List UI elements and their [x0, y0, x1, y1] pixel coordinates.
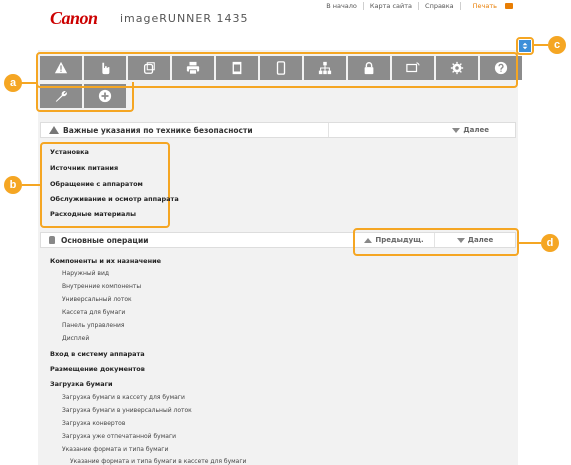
callout-b-line: [22, 184, 40, 186]
callout-d-badge: d: [541, 234, 559, 252]
safety-title-text: Важные указания по технике безопасности: [63, 125, 253, 135]
safety-item[interactable]: Установка: [50, 148, 89, 156]
callout-d-frame: [353, 228, 519, 256]
basic-title-text: Основные операции: [61, 235, 149, 245]
expand-all-button[interactable]: [519, 40, 531, 52]
safety-item[interactable]: Обслуживание и осмотр аппарата: [50, 195, 179, 203]
canon-logo: Canon: [50, 8, 98, 28]
basic-subitem[interactable]: Загрузка бумаги в универсальный лоток: [62, 407, 192, 414]
safety-next-label: Далее: [463, 126, 489, 134]
basic-group-label[interactable]: Компоненты и их назначение: [50, 257, 161, 265]
safety-item[interactable]: Расходные материалы: [50, 210, 136, 218]
basic-subitem[interactable]: Загрузка конвертов: [62, 420, 125, 427]
print-icon: [505, 3, 513, 9]
basic-subitem[interactable]: Загрузка уже отпечатанной бумаги: [62, 433, 176, 440]
manual-page: Canon imageRUNNER 1435 В начало Карта са…: [0, 0, 571, 465]
safety-title[interactable]: Важные указания по технике безопасности: [41, 126, 328, 135]
home-link[interactable]: В начало: [320, 2, 363, 10]
basic-group-label[interactable]: Вход в систему аппарата: [50, 350, 145, 358]
basic-subitem[interactable]: Универсальный лоток: [62, 296, 132, 303]
print-link[interactable]: Печать: [459, 2, 519, 10]
basic-deep-subitem[interactable]: Указание формата и типа бумаги в кассете…: [70, 458, 246, 465]
print-label: Печать: [472, 2, 497, 10]
callout-a-frame-lower: [36, 82, 134, 112]
basic-title[interactable]: Основные операции: [41, 236, 353, 245]
safety-item[interactable]: Источник питания: [50, 164, 118, 172]
safety-section-header: Важные указания по технике безопасности …: [40, 122, 516, 138]
basic-group-label[interactable]: Загрузка бумаги: [50, 380, 113, 388]
callout-d-line: [519, 242, 541, 244]
basic-subitem[interactable]: Наружный вид: [62, 270, 109, 277]
callout-a-badge: a: [4, 74, 22, 92]
basic-subitem[interactable]: Указание формата и типа бумаги: [62, 446, 168, 453]
basic-subitem[interactable]: Панель управления: [62, 322, 125, 329]
safety-item[interactable]: Обращение с аппаратом: [50, 180, 143, 188]
help-link[interactable]: Справка: [418, 2, 460, 10]
down-arrow-icon: [452, 127, 461, 133]
expand-icon: [522, 42, 528, 50]
basic-group-label[interactable]: Размещение документов: [50, 365, 145, 373]
basic-subitem[interactable]: Дисплей: [62, 335, 89, 342]
safety-nav: Далее: [328, 123, 515, 137]
basic-subitem[interactable]: Внутренние компоненты: [62, 283, 141, 290]
callout-c-badge: c: [548, 36, 566, 54]
basic-subitem[interactable]: Кассета для бумаги: [62, 309, 125, 316]
safety-next-link[interactable]: Далее: [452, 126, 489, 134]
callout-b-badge: b: [4, 176, 22, 194]
callout-a-line: [20, 82, 36, 84]
warning-small-icon: [49, 126, 59, 134]
top-links: В начало Карта сайта Справка Печать: [320, 2, 519, 10]
callout-c-line: [534, 44, 548, 46]
product-name: imageRUNNER 1435: [120, 12, 249, 25]
basic-subitem[interactable]: Загрузка бумаги в кассету для бумаги: [62, 394, 185, 401]
sitemap-link[interactable]: Карта сайта: [362, 2, 418, 10]
hand-small-icon: [49, 236, 55, 244]
